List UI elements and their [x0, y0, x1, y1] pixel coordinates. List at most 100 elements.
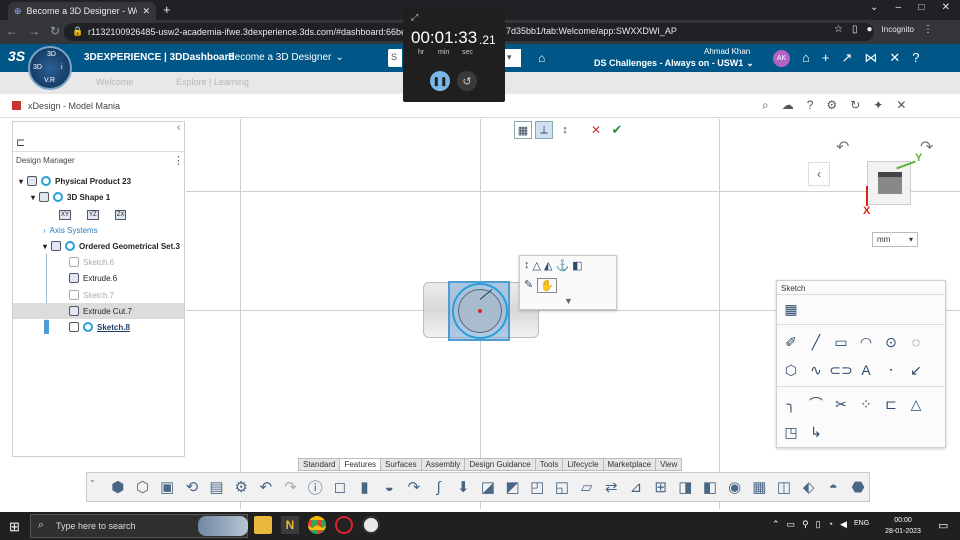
redo-icon[interactable]: ↷	[280, 476, 302, 498]
text-tool-icon[interactable]: A	[856, 360, 876, 380]
cloud-icon[interactable]: ☁	[782, 98, 794, 113]
pull-icon[interactable]: ⬇	[452, 476, 474, 498]
slot-tool-icon[interactable]: ⊂⊃	[829, 360, 852, 380]
refresh-icon[interactable]: ↻	[850, 98, 860, 113]
cancel-sketch-icon[interactable]: ✕	[587, 121, 605, 139]
sidepanel-icon[interactable]: ▯	[852, 24, 858, 35]
rectangle-tool-icon[interactable]: ▭	[831, 332, 851, 352]
pause-button[interactable]: ❚❚	[430, 71, 450, 91]
move-icon[interactable]: ⇄	[600, 476, 622, 498]
collapse-panel-icon[interactable]: ‹	[177, 122, 180, 133]
spline-tool-icon[interactable]: ∿	[806, 360, 826, 380]
scale-icon[interactable]: ◫	[773, 476, 795, 498]
menu-icon[interactable]: ⋮	[923, 24, 933, 35]
pin-icon[interactable]: ✦	[873, 98, 883, 113]
combine-icon[interactable]: ◧	[699, 476, 721, 498]
tools-icon[interactable]: ✕	[889, 50, 900, 66]
mirror-icon[interactable]: ⊿	[625, 476, 647, 498]
chamfer-icon[interactable]: ◩	[502, 476, 524, 498]
tab-standard[interactable]: Standard	[298, 458, 341, 471]
constraint-angle-icon[interactable]: △	[533, 259, 541, 272]
app-n-icon[interactable]: N	[281, 516, 299, 534]
cube-small-icon[interactable]: ◧	[572, 259, 582, 272]
expand-icon[interactable]: ▾	[43, 242, 47, 251]
arc-tool-icon[interactable]: ◠	[856, 332, 876, 352]
drawing-icon[interactable]: ▤	[206, 476, 228, 498]
reset-button[interactable]: ↺	[457, 71, 477, 91]
constraint-icon[interactable]: ↕	[556, 121, 574, 139]
draft-icon[interactable]: ◱	[551, 476, 573, 498]
network-icon[interactable]: ⋈	[864, 50, 877, 66]
viewcube-collapse-icon[interactable]: ‹	[808, 162, 830, 186]
close-tab-icon[interactable]: ✕	[142, 6, 150, 17]
mirror-tool-icon[interactable]: △	[906, 394, 926, 414]
material-icon[interactable]: ⬣	[847, 476, 869, 498]
circle-3pt-tool-icon[interactable]: ◌	[906, 332, 926, 352]
sketch-grid-icon[interactable]: ▦	[514, 121, 532, 139]
box-icon[interactable]: ◻	[329, 476, 351, 498]
expand-toolbar-icon[interactable]: ▼	[564, 296, 573, 306]
maximize-icon[interactable]: □	[918, 2, 924, 18]
tab-assembly[interactable]: Assembly	[420, 458, 466, 471]
search-field-end[interactable]: ▾	[505, 49, 521, 67]
save-icon[interactable]: ▣	[156, 476, 178, 498]
tab-features[interactable]: Features	[339, 458, 382, 471]
help-icon[interactable]: ?	[807, 98, 814, 113]
undo-icon[interactable]: ↶	[255, 476, 277, 498]
close-window-icon[interactable]: ✕	[942, 2, 950, 18]
sweep-icon[interactable]: ↷	[403, 476, 425, 498]
tab-view[interactable]: View	[655, 458, 683, 471]
trim-tool-icon[interactable]: ✂	[831, 394, 851, 414]
battery-icon[interactable]: ▯	[816, 519, 821, 530]
insert-icon[interactable]: ⬡	[132, 476, 154, 498]
tab-search-icon[interactable]: ⌄	[870, 2, 878, 18]
tab-surfaces[interactable]: Surfaces	[380, 458, 422, 471]
volume-icon[interactable]: ◀	[840, 519, 847, 530]
mic-icon[interactable]: ⚲	[802, 519, 809, 530]
clock-app-icon[interactable]	[362, 516, 380, 534]
rib-icon[interactable]: ▦	[748, 476, 770, 498]
gear-icon[interactable]: ⚙	[230, 476, 252, 498]
chevron-up-icon[interactable]: ⌃	[772, 519, 780, 530]
tab-tools[interactable]: Tools	[534, 458, 564, 471]
component-icon[interactable]: ⬢	[107, 476, 129, 498]
network-icon[interactable]: ▭	[787, 519, 796, 530]
plane-xy-icon[interactable]: XY	[59, 210, 72, 220]
tree-node-sketch-7[interactable]: Sketch.7	[69, 288, 114, 302]
dimension-icon[interactable]: ↕	[524, 259, 530, 272]
convert-tool-icon[interactable]: ⊏	[881, 394, 901, 414]
file-explorer-icon[interactable]	[254, 516, 272, 534]
wrap-icon[interactable]: ◓	[822, 476, 844, 498]
home-icon[interactable]: ⌂	[802, 50, 810, 66]
tree-icon[interactable]: ⊏	[16, 136, 25, 149]
pattern-tool-icon[interactable]: ⁘	[856, 394, 876, 414]
sketch-grid-tool-icon[interactable]: ▦	[781, 299, 801, 319]
intersect-tool-icon[interactable]: ↳	[806, 422, 826, 442]
expand-icon[interactable]: ⤢	[411, 12, 418, 23]
expand-icon[interactable]: ▾	[31, 193, 35, 202]
pattern-icon[interactable]: ⊞	[650, 476, 672, 498]
loft-icon[interactable]: ∫	[428, 476, 450, 498]
construction-tool-icon[interactable]: ↙	[906, 360, 926, 380]
snap-icon[interactable]: ⟂	[535, 121, 553, 139]
plane-yz-icon[interactable]: YZ	[87, 210, 99, 220]
avatar[interactable]: AK	[773, 50, 790, 67]
anchor-icon[interactable]: ⚓	[555, 259, 569, 272]
gear-icon[interactable]: ⚙	[826, 98, 837, 113]
tag-icon[interactable]: ⌂	[538, 51, 545, 65]
expand-icon[interactable]: ▾	[19, 177, 23, 186]
plane-zx-icon[interactable]: ZX	[114, 210, 127, 220]
tree-node-sketch-8[interactable]: Sketch.8	[69, 320, 130, 334]
view-cube[interactable]	[867, 161, 911, 205]
units-select[interactable]: mm ▾	[872, 232, 918, 247]
help-icon[interactable]: ?	[912, 50, 919, 66]
offset-tool-icon[interactable]: ⌒	[806, 394, 826, 414]
tree-node-axis-systems[interactable]: › Axis Systems	[43, 223, 98, 237]
minimize-icon[interactable]: –	[896, 2, 902, 18]
project-tool-icon[interactable]: ◳	[781, 422, 801, 442]
new-tab-button[interactable]: +	[163, 2, 171, 17]
circle-tool-icon[interactable]: ⊙	[881, 332, 901, 352]
help-icon[interactable]: ⓘ	[304, 476, 326, 498]
point-tool-icon[interactable]: ▪	[881, 360, 901, 380]
fillet-tool-icon[interactable]: ╮	[781, 394, 801, 414]
